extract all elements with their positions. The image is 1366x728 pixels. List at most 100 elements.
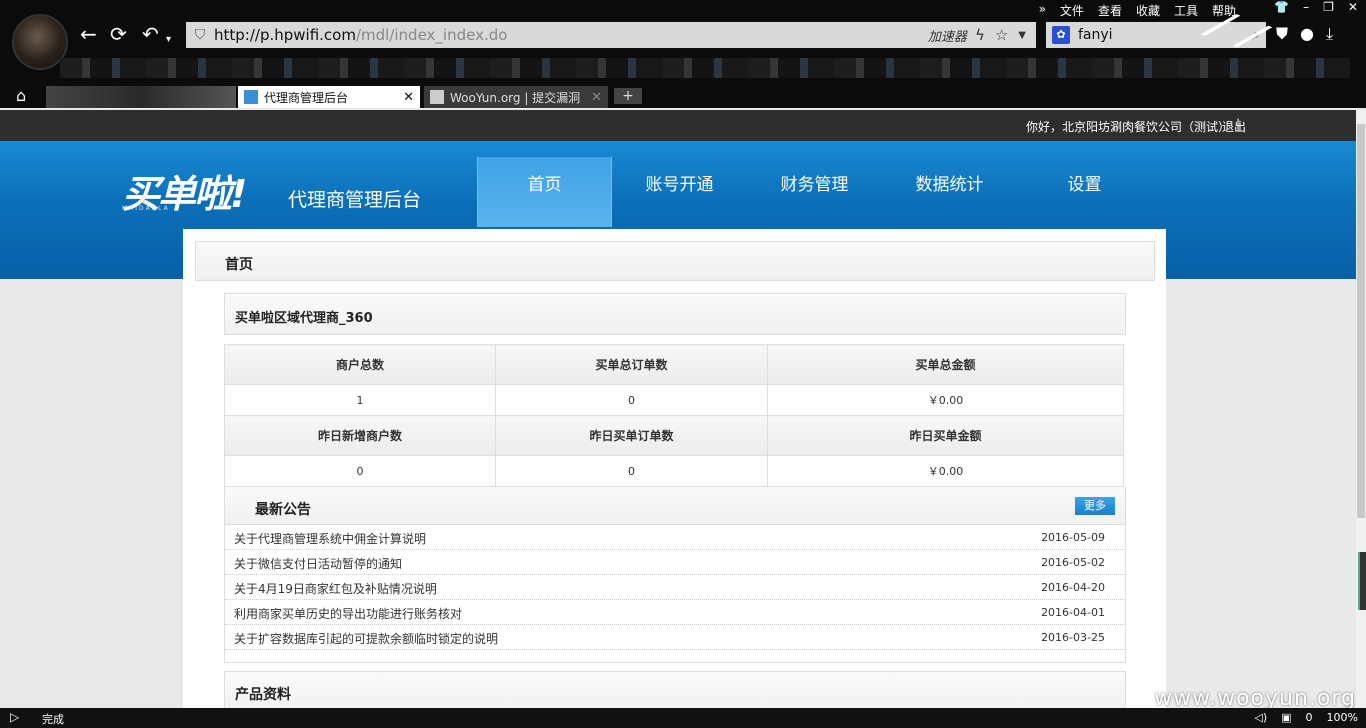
page-scrollbar[interactable] bbox=[1356, 110, 1366, 708]
lightning-icon[interactable]: ϟ bbox=[975, 26, 985, 44]
stat-value: 0 bbox=[495, 455, 768, 487]
notice-link[interactable]: 关于4月19日商家红包及补贴情况说明 bbox=[234, 580, 437, 597]
user-greeting: 你好，北京阳坊涮肉餐饮公司（测试） bbox=[1025, 120, 1230, 134]
page-title: 首页 bbox=[225, 257, 253, 273]
stat-header: 商户总数 bbox=[224, 344, 496, 385]
address-dropdown-icon[interactable]: ▼ bbox=[1018, 30, 1026, 41]
zoom-level[interactable]: 100% bbox=[1327, 711, 1358, 724]
decorative-avatar-art: ⟋⟋ bbox=[1199, 0, 1279, 67]
address-bar[interactable]: ⛉ http://p.hpwifi.com/mdl/index_index.do… bbox=[186, 22, 1036, 48]
list-item[interactable]: 关于扩容数据库引起的可提款余额临时锁定的说明 2016-03-25 bbox=[225, 625, 1125, 650]
tab-label: WooYun.org | 提交漏洞 bbox=[450, 90, 581, 105]
skin-icon[interactable]: 👕 bbox=[1274, 0, 1289, 14]
address-url-host: http://p.hpwifi.com bbox=[214, 26, 356, 44]
tab-blurred[interactable] bbox=[46, 86, 236, 108]
undo-dropdown-icon[interactable]: ▾ bbox=[166, 28, 171, 52]
site-name: 代理商管理后台 bbox=[288, 189, 422, 211]
notice-date: 2016-05-09 bbox=[1041, 531, 1105, 544]
nav-item-settings[interactable]: 设置 bbox=[1017, 157, 1152, 227]
nav-item-account[interactable]: 账号开通 bbox=[612, 157, 747, 227]
tab-favicon-icon bbox=[244, 90, 258, 104]
stat-value: 0 bbox=[224, 455, 496, 487]
browser-toolbar: ← ⟳ ↶ ▾ » 文件 查看 收藏 工具 帮助 👕 – ❐ ✕ ⛉ http:… bbox=[0, 0, 1366, 108]
back-arrow-icon[interactable]: ← bbox=[80, 22, 97, 46]
table-row: 0 0 ￥0.00 bbox=[224, 455, 1124, 487]
address-url[interactable]: http://p.hpwifi.com/mdl/index_index.do bbox=[214, 26, 928, 44]
download-icon[interactable]: ⤓ bbox=[1326, 24, 1333, 44]
home-icon[interactable]: ⌂ bbox=[16, 86, 26, 105]
status-right: ◁) ▣ 0 100% bbox=[1254, 711, 1358, 724]
menu-item-view[interactable]: 查看 bbox=[1098, 2, 1122, 19]
notice-link[interactable]: 关于代理商管理系统中佣金计算说明 bbox=[234, 530, 426, 547]
products-title: 产品资料 bbox=[235, 687, 291, 703]
chat-icon[interactable]: ● bbox=[1300, 24, 1314, 44]
window-controls: 👕 – ❐ ✕ bbox=[1274, 0, 1358, 14]
stat-value: ￥0.00 bbox=[767, 455, 1124, 487]
notice-panel: 最新公告 更多 关于代理商管理系统中佣金计算说明 2016-05-09 关于微信… bbox=[224, 487, 1126, 663]
list-item[interactable]: 关于代理商管理系统中佣金计算说明 2016-05-09 bbox=[225, 525, 1125, 550]
tab-bar: ⌂ 代理商管理后台 ✕ WooYun.org | 提交漏洞 ✕ + bbox=[0, 84, 1366, 108]
restore-icon[interactable]: ❐ bbox=[1323, 0, 1334, 14]
accelerator-label[interactable]: 加速器 bbox=[928, 26, 967, 45]
play-icon[interactable]: ▷ bbox=[10, 710, 19, 724]
more-button[interactable]: 更多 bbox=[1075, 497, 1115, 515]
tab-agent-admin[interactable]: 代理商管理后台 ✕ bbox=[238, 86, 420, 108]
shield-badge-icon[interactable]: ⛊ bbox=[1276, 24, 1288, 44]
notice-date: 2016-04-20 bbox=[1041, 581, 1105, 594]
stat-header: 买单总金额 bbox=[767, 344, 1124, 385]
status-text: 完成 bbox=[42, 713, 64, 726]
scrollbar-thumb[interactable] bbox=[1357, 124, 1365, 518]
toolbar-icons: ⛊ ● ⤓ bbox=[1276, 24, 1333, 44]
breadcrumb: 首页 bbox=[195, 241, 1155, 281]
address-url-path: /mdl/index_index.do bbox=[355, 26, 508, 44]
tab-wooyun[interactable]: WooYun.org | 提交漏洞 ✕ bbox=[424, 86, 608, 108]
stat-value: 0 bbox=[495, 384, 768, 416]
refresh-icon[interactable]: ⟳ bbox=[110, 22, 127, 46]
nav-item-stats[interactable]: 数据统计 bbox=[882, 157, 1017, 227]
table-row: 商户总数 买单总订单数 买单总金额 bbox=[224, 344, 1124, 385]
agent-name: 买单啦区域代理商_360 bbox=[235, 311, 373, 326]
stat-value: 1 bbox=[224, 384, 496, 416]
menu-item-tools[interactable]: 工具 bbox=[1174, 2, 1198, 19]
notice-header: 最新公告 更多 bbox=[225, 487, 1125, 525]
notice-title: 最新公告 bbox=[255, 502, 311, 518]
briefcase-icon[interactable]: ▣ bbox=[1281, 711, 1291, 724]
notice-date: 2016-04-01 bbox=[1041, 606, 1105, 619]
notice-date: 2016-03-25 bbox=[1041, 631, 1105, 644]
logout-link[interactable]: 退出 bbox=[1222, 118, 1246, 135]
volume-icon[interactable]: ◁) bbox=[1254, 711, 1267, 724]
minimize-icon[interactable]: – bbox=[1303, 0, 1309, 14]
close-window-icon[interactable]: ✕ bbox=[1348, 0, 1358, 14]
side-meter bbox=[1358, 552, 1366, 610]
tab-close-icon[interactable]: ✕ bbox=[591, 90, 602, 105]
main-nav: 首页 账号开通 财务管理 数据统计 设置 bbox=[477, 157, 1152, 227]
star-icon[interactable]: ☆ bbox=[995, 26, 1008, 44]
stat-header: 昨日新增商户数 bbox=[224, 415, 496, 456]
nav-item-finance[interactable]: 财务管理 bbox=[747, 157, 882, 227]
status-count[interactable]: 0 bbox=[1306, 711, 1313, 724]
tab-close-icon[interactable]: ✕ bbox=[403, 90, 414, 105]
table-row: 1 0 ￥0.00 bbox=[224, 384, 1124, 416]
stat-header: 买单总订单数 bbox=[495, 344, 768, 385]
dashboard-panel: 买单啦区域代理商_360 商户总数 买单总订单数 买单总金额 1 0 ￥0.00… bbox=[224, 293, 1126, 663]
baidu-paw-icon[interactable]: ✿ bbox=[1052, 26, 1070, 44]
favorites-bar-blurred bbox=[60, 58, 1350, 78]
menu-item-favorites[interactable]: 收藏 bbox=[1136, 2, 1160, 19]
list-item[interactable]: 关于微信支付日活动暂停的通知 2016-05-02 bbox=[225, 550, 1125, 575]
site-top-bar: 你好，北京阳坊涮肉餐饮公司（测试） | 退出 bbox=[0, 110, 1366, 141]
list-item[interactable]: 利用商家买单历史的导出功能进行账务核对 2016-04-01 bbox=[225, 600, 1125, 625]
nav-item-home[interactable]: 首页 bbox=[477, 157, 612, 227]
new-tab-button[interactable]: + bbox=[614, 88, 642, 104]
stats-table: 商户总数 买单总订单数 买单总金额 1 0 ￥0.00 昨日新增商户数 昨日买单… bbox=[224, 344, 1124, 487]
notice-link[interactable]: 关于微信支付日活动暂停的通知 bbox=[234, 555, 402, 572]
list-item[interactable]: 关于4月19日商家红包及补贴情况说明 2016-04-20 bbox=[225, 575, 1125, 600]
menu-item-file[interactable]: 文件 bbox=[1060, 2, 1084, 19]
tab-label: 代理商管理后台 bbox=[264, 90, 349, 105]
tab-favicon-icon bbox=[430, 90, 444, 104]
notice-date: 2016-05-02 bbox=[1041, 556, 1105, 569]
notice-link[interactable]: 关于扩容数据库引起的可提款余额临时锁定的说明 bbox=[234, 630, 498, 647]
status-bar: ▷ 完成 ◁) ▣ 0 100% bbox=[0, 708, 1366, 728]
menu-more-icon[interactable]: » bbox=[1039, 2, 1046, 19]
notice-link[interactable]: 利用商家买单历史的导出功能进行账务核对 bbox=[234, 605, 462, 622]
undo-icon[interactable]: ↶ bbox=[142, 22, 159, 46]
